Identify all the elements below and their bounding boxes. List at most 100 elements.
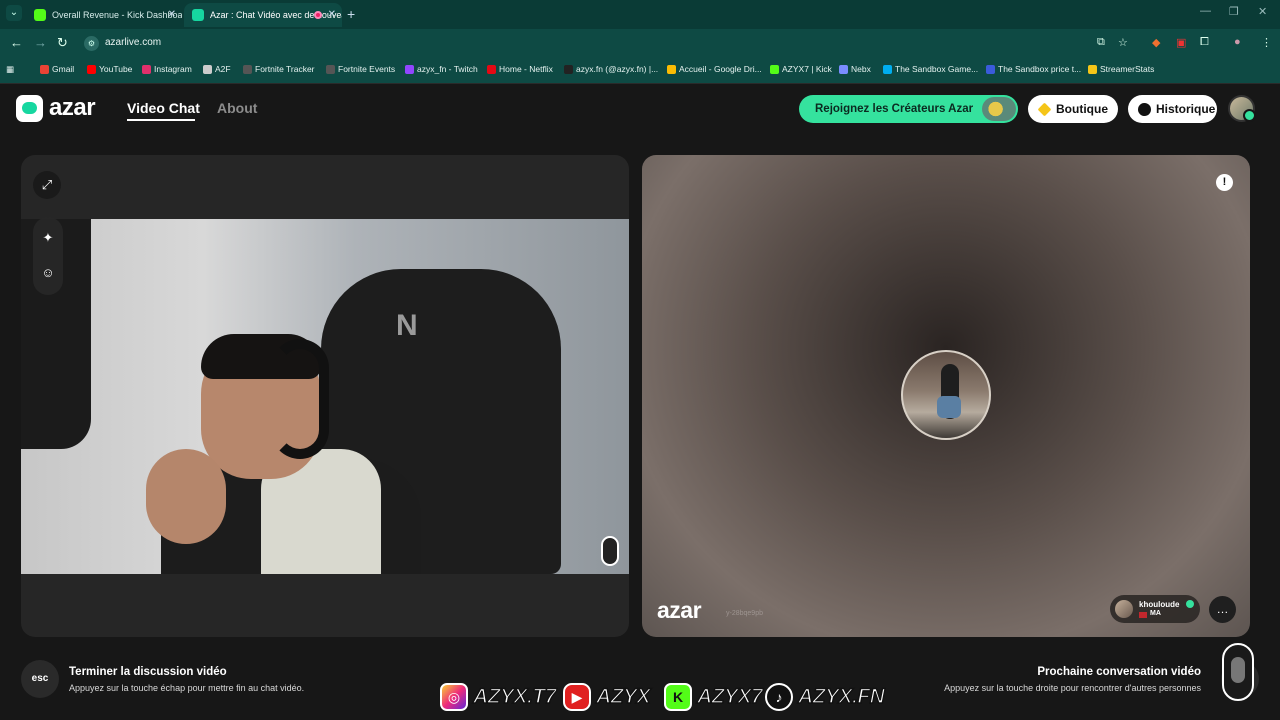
bookmark-label: azyx.fn (@azyx.fn) |... (576, 64, 659, 74)
tab-kick-dashboard[interactable]: Overall Revenue - Kick Dashboard ✕ (26, 3, 182, 27)
url-field[interactable]: ⚙ azarlive.com (80, 33, 1140, 54)
join-creators-label: Rejoignez les Créateurs Azar (815, 103, 974, 115)
shop-button[interactable]: Boutique (1028, 95, 1118, 123)
user-avatar[interactable] (1228, 95, 1256, 122)
nebx-icon (839, 65, 848, 74)
address-bar: ← → ↻ ⚙ azarlive.com ⧉ ☆ ◆ ▣ ⧠ ● ⋮ (0, 29, 1280, 58)
google-drive-icon (667, 65, 676, 74)
bookmark-instagram[interactable]: Instagram (142, 64, 192, 74)
nav-video-chat[interactable]: Video Chat (127, 100, 200, 116)
logo-text: azar (49, 94, 96, 121)
new-tab-button[interactable]: + (347, 6, 355, 22)
kick-icon (770, 65, 779, 74)
tab-azar[interactable]: Azar : Chat Vidéo avec de nouveaux ✕ (184, 3, 342, 27)
bookmark-label: Instagram (154, 64, 192, 74)
end-chat-title: Terminer la discussion vidéo (69, 666, 227, 678)
bookmark-label: Gmail (52, 64, 75, 74)
join-creators-button[interactable]: Rejoignez les Créateurs Azar (799, 95, 1018, 123)
bookmark-nebx[interactable]: Nebx (839, 64, 871, 74)
bookmark-twitch[interactable]: azyx_fn - Twitch (405, 64, 478, 74)
profile-icon[interactable]: ● (1234, 36, 1241, 48)
site-info-icon[interactable]: ⚙ (84, 36, 99, 51)
back-icon[interactable]: ← (10, 35, 23, 50)
recording-indicator-icon (314, 11, 322, 19)
magic-wand-icon[interactable]: ✦ (40, 230, 56, 246)
tiktok-icon (564, 65, 573, 74)
flag-icon (1139, 612, 1147, 618)
reload-icon[interactable]: ↻ (57, 35, 68, 51)
bookmark-gmail[interactable]: Gmail (40, 64, 74, 74)
chair-logo-icon: N (396, 309, 418, 342)
bookmark-google-drive[interactable]: Accueil - Google Dri... (667, 64, 762, 74)
close-tab-icon[interactable]: ✕ (328, 3, 336, 27)
bookmark-label: YouTube (99, 64, 133, 74)
bookmark-fortnite-events[interactable]: Fortnite Events (326, 64, 395, 74)
restore-button[interactable]: ❐ (1229, 5, 1239, 18)
tiktok-handle: AZYX.FN (797, 684, 885, 709)
history-button[interactable]: Historique (1128, 95, 1217, 123)
diamond-icon (1037, 102, 1052, 117)
bookmark-fortnite-tracker[interactable]: Fortnite Tracker (243, 64, 315, 74)
history-label: Historique (1156, 102, 1216, 116)
extensions-puzzle-icon[interactable]: ⧠ (1200, 36, 1209, 49)
streamer-badge-icon (1222, 643, 1254, 701)
youtube-icon: ▶ (563, 683, 591, 711)
bookmark-sandbox-price[interactable]: The Sandbox price t... (986, 64, 1081, 74)
self-webcam-feed: N (21, 219, 629, 574)
forward-icon[interactable]: → (34, 35, 47, 50)
extension-red-icon[interactable]: ▣ (1176, 36, 1186, 49)
tab-search-button[interactable]: ⌄ (6, 5, 22, 21)
instagram-handle: AZYX.T7 (472, 684, 557, 709)
creators-illustration-icon (982, 97, 1016, 121)
menu-dots-icon[interactable]: ⋮ (1261, 36, 1272, 49)
peer-info-card[interactable]: khouloude MA (1110, 595, 1200, 623)
bookmark-star-icon[interactable]: ☆ (1118, 36, 1128, 49)
camera-tools: ✦ ☺ (33, 217, 63, 295)
browser-tab-bar: ⌄ Overall Revenue - Kick Dashboard ✕ Aza… (0, 0, 1280, 29)
end-chat-hint: Appuyez sur la touche échap pour mettre … (69, 683, 305, 693)
azar-logo[interactable]: azar (16, 94, 102, 123)
bookmark-tiktok[interactable]: azyx.fn (@azyx.fn) |... (564, 64, 658, 74)
peer-country: MA (1150, 610, 1161, 617)
nav-about[interactable]: About (217, 100, 257, 116)
sandbox-icon (883, 65, 892, 74)
close-tab-icon[interactable]: ✕ (168, 3, 176, 27)
youtube-icon (87, 65, 96, 74)
bookmark-a2f[interactable]: A2F (203, 64, 231, 74)
bookmark-label: StreamerStats (1100, 64, 1155, 74)
coin-icon (986, 65, 995, 74)
extension-icon[interactable]: ◆ (1152, 36, 1160, 49)
bookmark-netflix[interactable]: Home - Netflix (487, 64, 553, 74)
bookmark-sandbox-game[interactable]: The Sandbox Game... (883, 64, 978, 74)
bookmark-label: A2F (215, 64, 231, 74)
next-chat-hint: Appuyez sur la touche droite pour rencon… (944, 683, 1201, 693)
azar-logo-icon (16, 95, 43, 122)
close-window-button[interactable]: ✕ (1258, 5, 1267, 18)
bookmark-streamerstats[interactable]: StreamerStats (1088, 64, 1154, 74)
webcam-person-hand (146, 449, 226, 544)
azar-watermark: azar (657, 597, 702, 623)
overlay-tiktok: ♪ AZYX.FN (765, 682, 886, 712)
end-chat-button[interactable]: esc (21, 660, 59, 698)
expand-icon[interactable]: ⤢ (33, 171, 61, 199)
bookmark-youtube[interactable]: YouTube (87, 64, 132, 74)
chat-bubble-icon[interactable]: … (1209, 596, 1236, 623)
bookmark-label: Fortnite Tracker (255, 64, 315, 74)
webcam-headset (271, 339, 329, 459)
apps-grid-icon[interactable]: ▦ (6, 64, 14, 75)
verified-icon (1186, 600, 1194, 608)
nav-active-underline (127, 119, 195, 121)
overlay-kick: K AZYX7 (664, 682, 764, 712)
install-app-icon[interactable]: ⧉ (1097, 36, 1105, 49)
a2f-icon (203, 65, 212, 74)
shop-label: Boutique (1056, 102, 1108, 116)
face-filter-icon[interactable]: ☺ (40, 265, 56, 281)
bookmark-kick[interactable]: AZYX7 | Kick (770, 64, 832, 74)
minimize-button[interactable]: — (1200, 5, 1211, 17)
stats-icon (1088, 65, 1097, 74)
url-text: azarlive.com (105, 37, 162, 48)
netflix-icon (487, 65, 496, 74)
tab-title: Overall Revenue - Kick Dashboard (52, 10, 182, 20)
youtube-handle: AZYX (595, 684, 651, 709)
report-icon[interactable]: ! (1216, 174, 1233, 191)
